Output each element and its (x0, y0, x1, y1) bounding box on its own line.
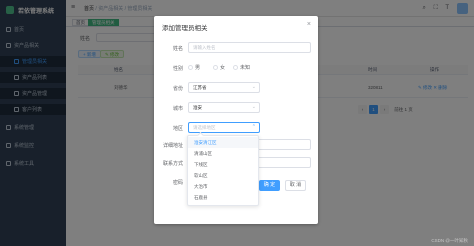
radio-icon (213, 65, 218, 70)
chevron-up-icon: ⌃ (251, 124, 256, 130)
cancel-button[interactable]: 取 消 (285, 180, 306, 191)
area-select[interactable]: 请选择地区 ⌃ (188, 122, 260, 133)
password-label: 密码 (172, 180, 183, 186)
name-input[interactable]: 请输入姓名 (188, 42, 311, 53)
radio-icon (188, 65, 193, 70)
chevron-down-icon: ⌄ (251, 84, 256, 90)
city-select[interactable]: 淮安 ⌄ (188, 102, 260, 113)
phone-label: 联系方式 (162, 161, 183, 167)
province-select[interactable]: 江苏省 ⌄ (188, 82, 260, 93)
dialog-title: 添加管理员相关 (162, 25, 208, 32)
close-icon[interactable]: × (307, 21, 311, 28)
radio-icon (233, 65, 238, 70)
gender-radio-female[interactable]: 女 (213, 64, 225, 71)
gender-radio-male[interactable]: 男 (188, 64, 200, 71)
area-label: 地区 (172, 126, 183, 132)
area-option[interactable]: 清浦山区 (188, 148, 258, 159)
name-label: 姓名 (172, 46, 183, 52)
area-option[interactable]: 淮安清江区 (188, 137, 258, 148)
area-option[interactable]: 下线区 (188, 159, 258, 170)
confirm-button[interactable]: 确 定 (259, 180, 280, 191)
province-label: 省份 (172, 86, 183, 92)
area-option[interactable]: 软山区 (188, 170, 258, 181)
area-dropdown: 淮安清江区 清浦山区 下线区 软山区 大治市 石鹿县 (187, 131, 259, 206)
city-label: 城市 (172, 106, 183, 112)
area-option[interactable]: 大治市 (188, 181, 258, 192)
watermark: CSDN @一叶知秋 (431, 238, 468, 243)
chevron-down-icon: ⌄ (251, 104, 256, 110)
gender-radio-unknown[interactable]: 未知 (233, 64, 250, 71)
area-option[interactable]: 石鹿县 (188, 192, 258, 203)
gender-label: 性别 (172, 66, 183, 72)
address-label: 详细地址 (162, 143, 183, 149)
